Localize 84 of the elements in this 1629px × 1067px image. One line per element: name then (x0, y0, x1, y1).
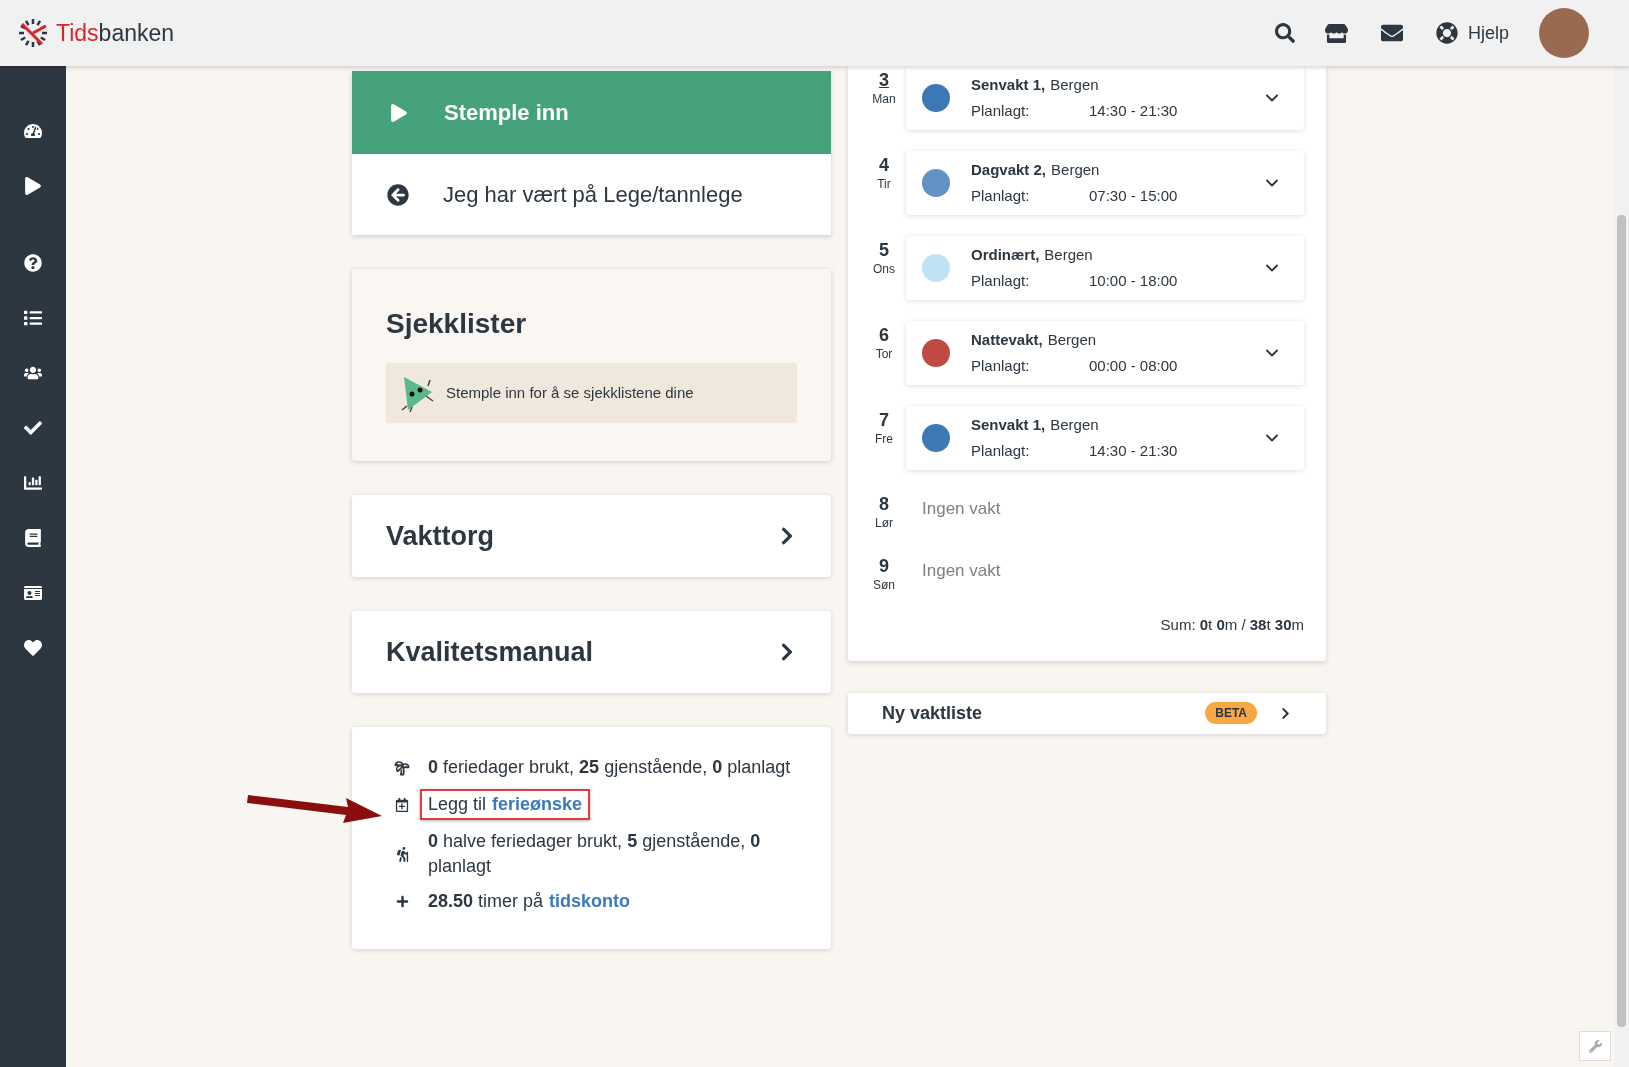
shift-location: Bergen (1051, 159, 1100, 180)
help-link[interactable]: Hjelp (1467, 19, 1509, 47)
scrollbar-thumb[interactable] (1617, 215, 1626, 1027)
day-number: 8 (879, 494, 889, 514)
shift-card[interactable]: Nattevakt, Bergen Planlagt: 00:00 - 08:00 (906, 321, 1304, 385)
weekday: Ons (873, 261, 895, 278)
notice-text: Stemple inn for å se sjekklistene dine (446, 382, 694, 403)
day-number: 7 (879, 410, 889, 430)
list-icon[interactable] (24, 309, 42, 327)
shift-location: Bergen (1050, 74, 1099, 95)
planned-label: Planlagt: (971, 356, 1031, 376)
logo-text-first: Tids (56, 18, 99, 48)
new-roster-card[interactable]: Ny vaktliste BETA (848, 692, 1326, 734)
id-card-icon[interactable] (24, 584, 42, 602)
vacation-link[interactable]: ferieønske (492, 791, 583, 818)
weekday: Tor (875, 346, 893, 363)
weekday: Søn (873, 577, 895, 594)
shift-location: Bergen (1050, 414, 1099, 435)
logo-text-second: banken (98, 18, 175, 48)
planned-time: 07:30 - 15:00 (1089, 186, 1178, 206)
link-card[interactable]: Vakttorg (352, 495, 831, 577)
mail-icon[interactable] (1380, 22, 1403, 44)
planned-time: 14:30 - 21:30 (1089, 101, 1178, 121)
heart-icon[interactable] (24, 639, 42, 657)
day-number: 3 (879, 70, 889, 90)
weekday: Man (872, 91, 896, 108)
palm-tree-icon (394, 759, 410, 776)
checklists-title: Sjekklister (386, 307, 528, 341)
shift-location: Bergen (1047, 329, 1097, 350)
day-number: 6 (879, 325, 889, 345)
shift-card[interactable]: Senvakt 1, Bergen Planlagt: 14:30 - 21:30 (906, 406, 1304, 470)
vacation-link[interactable]: tidskonto (549, 888, 631, 915)
planned-label: Planlagt: (971, 441, 1031, 461)
absence-button[interactable]: Jeg har vært på Lege/tannlege (352, 154, 831, 235)
weekday: Tir (877, 176, 891, 193)
vacation-text: 0 halve feriedager brukt, 5 gjenstående, 0 planlagt (428, 830, 762, 878)
no-shift-text: Ingen vakt (922, 560, 1001, 582)
play-icon (390, 103, 408, 122)
planned-label: Planlagt: (971, 101, 1031, 121)
shift-name: Senvakt 1, (971, 414, 1046, 435)
avatar[interactable] (1539, 8, 1589, 58)
users-icon[interactable] (24, 364, 42, 382)
day-number: 4 (879, 155, 889, 175)
planned-time: 14:30 - 21:30 (1089, 441, 1178, 461)
help-icon[interactable] (1435, 22, 1458, 44)
link-card[interactable]: Kvalitetsmanual (352, 611, 831, 693)
shift-name: Senvakt 1, (971, 74, 1046, 95)
vacation-text: 0 feriedager brukt, 25 gjenstående, 0 planlagt (428, 756, 791, 779)
vacation-text: Legg til (428, 793, 487, 816)
logo-icon (16, 16, 50, 50)
bar-chart-icon[interactable] (24, 474, 42, 492)
vacation-text: 28.50 timer på (428, 890, 544, 913)
planned-time: 10:00 - 18:00 (1089, 271, 1178, 291)
shift-name: Dagvakt 2, (971, 159, 1047, 180)
planned-label: Planlagt: (971, 271, 1031, 291)
dashboard-icon[interactable] (24, 122, 42, 140)
search-icon[interactable] (1274, 23, 1295, 43)
hiking-icon (394, 846, 410, 862)
planned-time: 00:00 - 08:00 (1089, 356, 1178, 376)
chevron-right-icon (1279, 706, 1292, 720)
beta-badge: BETA (1205, 702, 1257, 724)
weekday: Lør (875, 515, 893, 532)
shift-card[interactable]: Ordinært, Bergen Planlagt: 10:00 - 18:00 (906, 236, 1304, 300)
store-icon[interactable] (1324, 21, 1348, 45)
shift-location: Bergen (1044, 244, 1093, 265)
sum-text: Sum: 0t 0m / 38t 30m (1160, 615, 1304, 635)
wrench-icon (1588, 1039, 1602, 1053)
no-shift-text: Ingen vakt (922, 498, 1001, 520)
shift-card[interactable]: Dagvakt 2, Bergen Planlagt: 07:30 - 15:00 (906, 151, 1304, 215)
new-roster-label: Ny vaktliste (882, 701, 984, 725)
shift-name: Ordinært, (971, 244, 1040, 265)
back-arrow-icon (387, 183, 409, 206)
shift-card[interactable]: Senvakt 1, Bergen Planlagt: 14:30 - 21:30 (906, 66, 1304, 130)
check-icon[interactable] (24, 419, 42, 437)
day-number: 5 (879, 240, 889, 260)
shift-name: Nattevakt, (971, 329, 1043, 350)
plus-icon (395, 895, 409, 908)
book-icon[interactable] (24, 529, 42, 547)
calendar-plus-icon (395, 797, 409, 812)
weekday: Fre (875, 431, 893, 448)
help-icon[interactable] (24, 254, 42, 272)
day-number: 9 (879, 556, 889, 576)
play-icon[interactable] (24, 177, 42, 195)
planned-label: Planlagt: (971, 186, 1031, 206)
